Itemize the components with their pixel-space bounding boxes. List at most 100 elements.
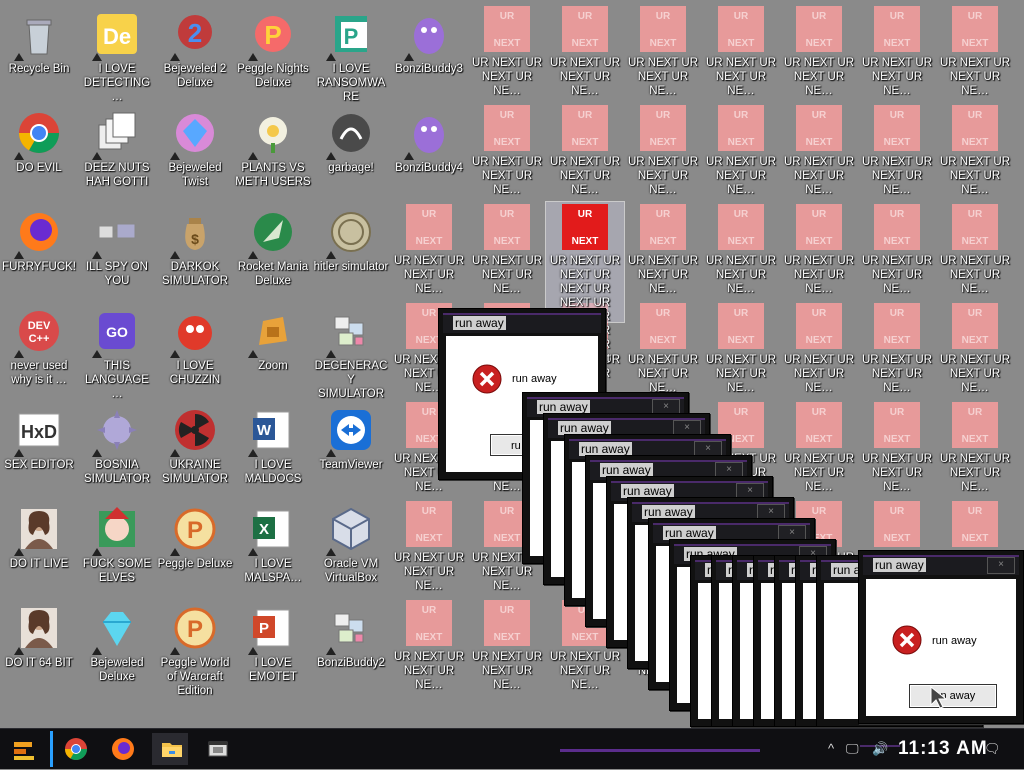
ur-next-file[interactable]: UR NEXT UR NEXT UR NEXT UR NE… [780, 301, 858, 394]
desktop-icon[interactable]: DEGENERACY SIMULATOR [312, 301, 390, 400]
ok-button[interactable]: run away [909, 684, 997, 708]
blocks-icon [326, 604, 375, 655]
ur-next-file[interactable]: UR NEXT UR NEXT UR NEXT UR NE… [858, 400, 936, 493]
file-icon-text-bottom: NEXT [883, 533, 911, 544]
desktop-icon[interactable]: 2 Bejeweled 2 Deluxe [156, 4, 234, 96]
ur-next-file[interactable]: UR NEXT UR NEXT UR NEXT UR NE… [858, 103, 936, 196]
ur-next-file[interactable]: UR NEXT UR NEXT UR NEXT UR NE… [702, 4, 780, 97]
dialog-titlebar[interactable]: run away × [863, 555, 1019, 575]
ur-next-file[interactable]: UR NEXT UR NEXT UR NEXT UR NE… [624, 301, 702, 394]
shortcut-arrow-icon [14, 53, 24, 61]
ur-next-file[interactable]: UR NEXT UR NEXT UR NEXT UR NE… [468, 598, 546, 691]
shortcut-arrow-icon [92, 152, 102, 160]
ur-next-file[interactable]: UR NEXT UR NEXT UR NEXT UR NE… [390, 598, 468, 691]
desktop-icon[interactable]: $ DARKOK SIMULATOR [156, 202, 234, 294]
taskbar-firefox[interactable] [103, 733, 143, 765]
ur-next-file[interactable]: UR NEXT UR NEXT UR NEXT UR NE… [936, 301, 1014, 394]
file-icon-text-top: UR [889, 506, 905, 517]
desktop-icon[interactable]: DO IT LIVE [0, 499, 78, 591]
ur-next-file[interactable]: UR NEXT UR NEXT UR NEXT UR NE… [546, 103, 624, 196]
ur-next-file[interactable]: UR NEXT UR NEXT UR NEXT UR NE… [702, 301, 780, 394]
ur-next-file[interactable]: UR NEXT UR NEXT UR NEXT UR NE… [390, 202, 468, 295]
desktop-icon[interactable]: TeamViewer [312, 400, 390, 492]
file-icon-text-bottom: NEXT [961, 38, 989, 49]
desktop-icon[interactable]: ILL SPY ON YOU [78, 202, 156, 294]
shortcut-arrow-icon [14, 251, 24, 259]
ur-next-file[interactable]: UR NEXT UR NEXT UR NEXT UR NE… [624, 4, 702, 97]
desktop-icon[interactable]: P I LOVE RANSOMWARE [312, 4, 390, 103]
ur-next-file[interactable]: UR NEXT UR NEXT UR NEXT UR NE… [858, 301, 936, 394]
ur-next-file-selected[interactable]: UR NEXT UR NEXT UR NEXT UR NEXT UR NEXT UR… [545, 201, 625, 365]
ur-next-file[interactable]: UR NEXT UR NEXT UR NEXT UR NE… [390, 499, 468, 592]
ur-next-file[interactable]: UR NEXT UR NEXT UR NEXT UR NE… [546, 4, 624, 97]
desktop-icon-label: UR NEXT UR NEXT UR NE… [705, 255, 777, 295]
ur-next-file[interactable]: UR NEXT UR NEXT UR NEXT UR NE… [780, 4, 858, 97]
desktop-icon[interactable]: Recycle Bin [0, 4, 78, 96]
taskbar-explorer[interactable] [152, 733, 188, 765]
desktop-icon[interactable]: P Peggle Nights Deluxe [234, 4, 312, 96]
ur-next-file[interactable]: UR NEXT UR NEXT UR NEXT UR NE… [780, 400, 858, 493]
file-icon-text-top: UR [499, 11, 515, 22]
desktop-icon[interactable]: De I LOVE DETECTING… [78, 4, 156, 103]
desktop-icon[interactable]: UKRAINE SIMULATOR [156, 400, 234, 492]
clock[interactable]: 11:13 AM [898, 738, 988, 760]
desktop-icon[interactable]: Oracle VM VirtualBox [312, 499, 390, 591]
desktop-icon[interactable]: hitler simulator [312, 202, 390, 294]
desktop-icon[interactable]: HxD SEX EDITOR [0, 400, 78, 492]
desktop-icon[interactable]: BonziBuddy3 [390, 4, 468, 96]
ur-next-file[interactable]: UR NEXT UR NEXT UR NEXT UR NE… [936, 400, 1014, 493]
desktop-icon[interactable]: DEEZ NUTS HAH GOTTI [78, 103, 156, 195]
ur-next-file[interactable]: UR NEXT UR NEXT UR NEXT UR NE… [780, 103, 858, 196]
file-icon-text-bottom: NEXT [649, 335, 677, 346]
desktop-icon[interactable]: Rocket Mania Deluxe [234, 202, 312, 294]
dialog-titlebar[interactable]: run away [443, 313, 601, 333]
svg-text:De: De [103, 24, 131, 49]
desktop-icon[interactable]: DO IT 64 BIT [0, 598, 78, 690]
ur-next-file[interactable]: UR NEXT UR NEXT UR NEXT UR NE… [936, 103, 1014, 196]
desktop-icon[interactable]: W I LOVE MALDOCS [234, 400, 312, 492]
shortcut-arrow-icon [326, 350, 336, 358]
ur-next-file[interactable]: UR NEXT UR NEXT UR NEXT UR NE… [702, 202, 780, 295]
elves-icon [92, 505, 141, 556]
desktop-icon[interactable]: DO EVIL [0, 103, 78, 195]
ur-next-file[interactable]: UR NEXT UR NEXT UR NEXT UR NE… [936, 202, 1014, 295]
ur-next-file[interactable]: UR NEXT UR NEXT UR NEXT UR NE… [780, 202, 858, 295]
desktop-icon[interactable]: Bejeweled Deluxe [78, 598, 156, 690]
desktop-icon[interactable]: I LOVE CHUZZIN [156, 301, 234, 393]
ur-next-file[interactable]: UR NEXT UR NEXT UR NEXT UR NE… [624, 103, 702, 196]
desktop-icon[interactable]: garbage! [312, 103, 390, 195]
desktop-icon[interactable]: DEV C++ never used why is it … [0, 301, 78, 393]
chevron-up-icon[interactable]: ^ [828, 741, 834, 756]
desktop-icon[interactable]: BonziBuddy4 [390, 103, 468, 195]
desktop-icon[interactable]: Bejeweled Twist [156, 103, 234, 195]
desktop-icon[interactable]: FUCK SOME ELVES [78, 499, 156, 591]
desktop-icon[interactable]: Zoom [234, 301, 312, 393]
ur-next-file[interactable]: UR NEXT UR NEXT UR NEXT UR NE… [468, 4, 546, 97]
desktop-icon[interactable]: BOSNIA SIMULATOR [78, 400, 156, 492]
desktop-icon[interactable]: BonziBuddy2 [312, 598, 390, 690]
ur-next-file[interactable]: UR NEXT UR NEXT UR NEXT UR NE… [858, 202, 936, 295]
ur-next-file[interactable]: UR NEXT UR NEXT UR NEXT UR NE… [468, 202, 546, 295]
close-button[interactable]: × [987, 557, 1015, 574]
ur-next-file[interactable]: UR NEXT UR NEXT UR NEXT UR NE… [936, 4, 1014, 97]
ur-next-file[interactable]: UR NEXT UR NEXT UR NEXT UR NE… [702, 103, 780, 196]
taskbar-app[interactable] [198, 733, 238, 765]
desktop-icon[interactable]: X I LOVE MALSPA… [234, 499, 312, 591]
file-icon-text-bottom: NEXT [961, 434, 989, 445]
ur-next-file[interactable]: UR NEXT UR NEXT UR NEXT UR NE… [624, 202, 702, 295]
desktop-icon[interactable]: FURRYFUCK! [0, 202, 78, 294]
ur-next-file[interactable]: UR NEXT UR NEXT UR NEXT UR NE… [858, 4, 936, 97]
notification-icon[interactable]: 🗨 [984, 741, 1001, 757]
desktop-icon-label: UR NEXT UR NEXT UR NE… [471, 255, 543, 295]
ur-next-file[interactable]: UR NEXT UR NEXT UR NEXT UR NE… [468, 103, 546, 196]
desktop-icon[interactable]: P Peggle World of Warcraft Edition [156, 598, 234, 697]
desktop-icon-label: DEEZ NUTS HAH GOTTI [84, 162, 150, 188]
desktop-icon[interactable]: P I LOVE EMOTET [234, 598, 312, 690]
taskbar-chrome[interactable] [56, 733, 96, 765]
volume-icon[interactable]: 🔊 [872, 741, 888, 757]
start-button[interactable] [4, 733, 44, 765]
desktop-icon[interactable]: GO THIS LANGUAGE … [78, 301, 156, 400]
network-icon[interactable]: 🖵 [846, 741, 859, 757]
desktop-icon[interactable]: PLANTS VS METH USERS [234, 103, 312, 195]
desktop-icon[interactable]: P Peggle Deluxe [156, 499, 234, 591]
